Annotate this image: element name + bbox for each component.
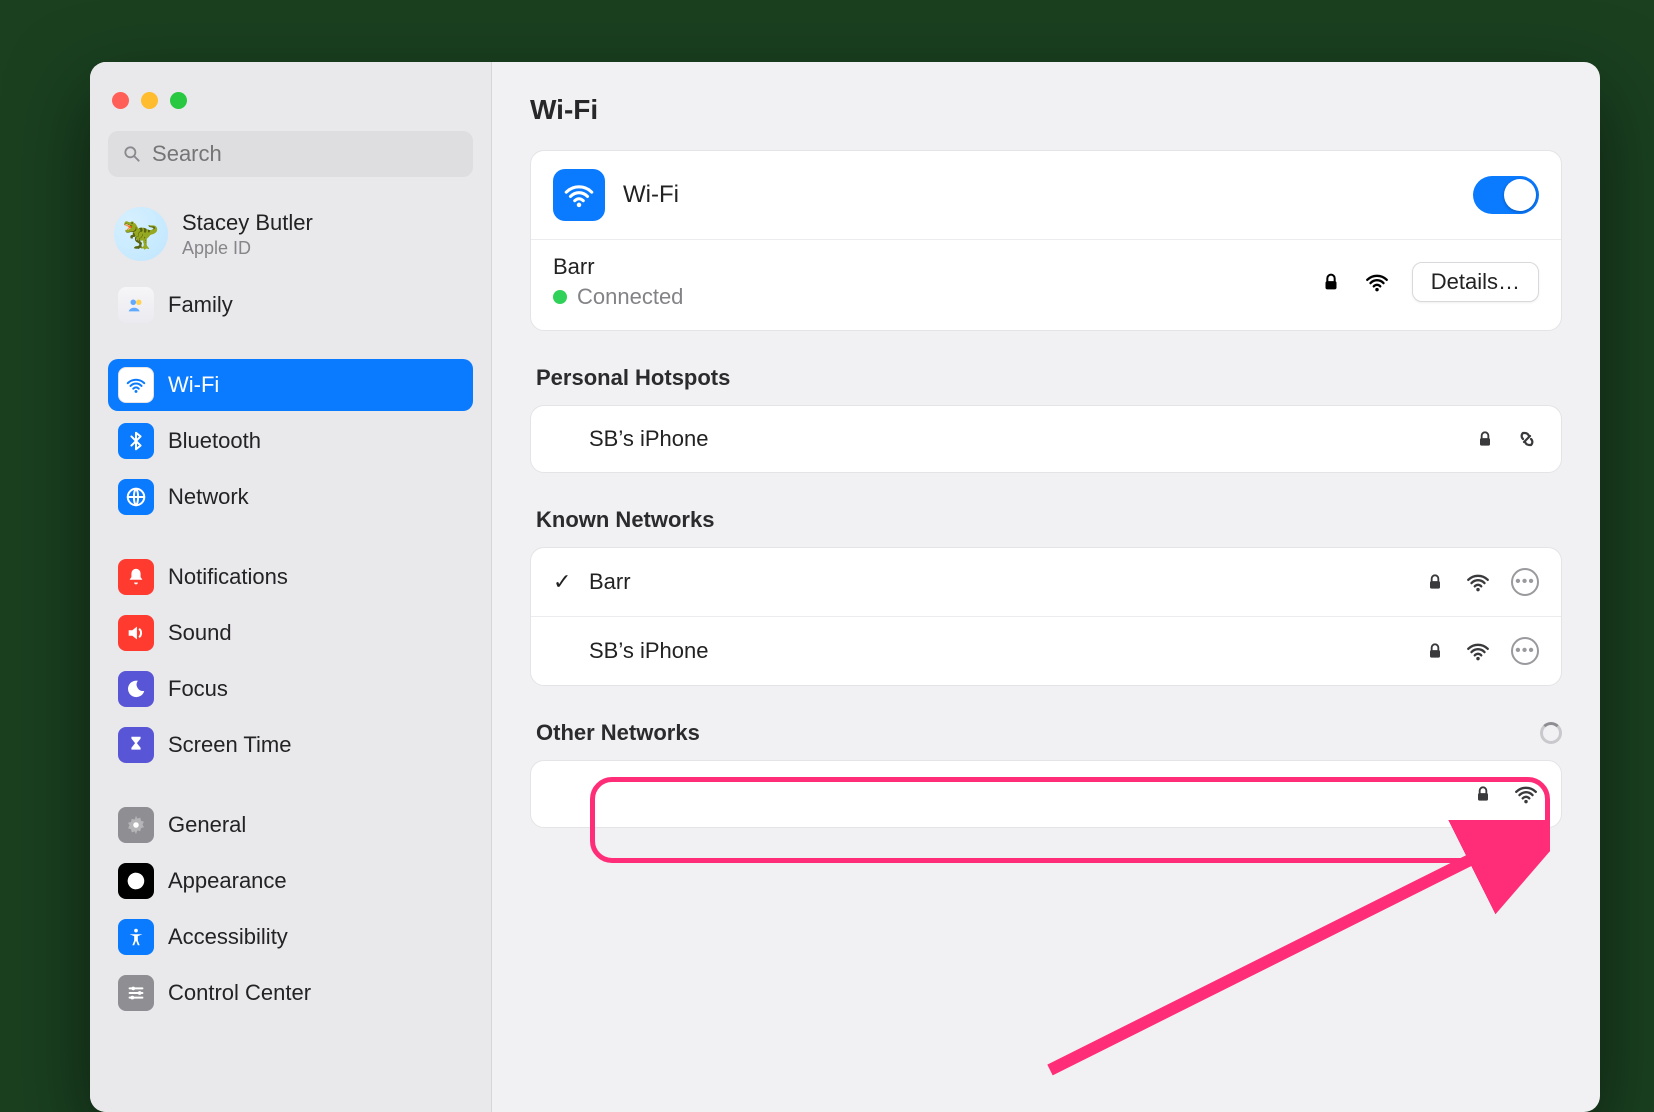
settings-window: 🦖 Stacey Butler Apple ID Family Wi-Fi Bl… xyxy=(90,62,1600,1112)
network-row[interactable] xyxy=(531,761,1561,827)
wifi-signal-icon xyxy=(1364,269,1390,295)
account-name: Stacey Butler xyxy=(182,210,313,236)
status-dot-icon xyxy=(553,290,567,304)
lock-icon xyxy=(1475,429,1495,449)
lock-icon xyxy=(1473,784,1493,804)
moon-icon xyxy=(118,671,154,707)
sidebar-item-label: Control Center xyxy=(168,980,311,1006)
sidebar-item-label: Bluetooth xyxy=(168,428,261,454)
wifi-toggle-label: Wi-Fi xyxy=(623,181,1473,209)
sidebar: 🦖 Stacey Butler Apple ID Family Wi-Fi Bl… xyxy=(90,62,492,1112)
sidebar-item-screen-time[interactable]: Screen Time xyxy=(108,719,473,771)
network-row[interactable]: SB’s iPhone xyxy=(531,406,1561,472)
wifi-status-panel: Wi-Fi Barr Connected Details… xyxy=(530,150,1562,331)
content-pane: Wi-Fi Wi-Fi Barr Connected Deta xyxy=(492,62,1600,1112)
known-networks-list: ✓ Barr ••• SB’s iPhone ••• xyxy=(530,547,1562,686)
search-input[interactable] xyxy=(152,141,459,167)
avatar: 🦖 xyxy=(114,207,168,261)
sidebar-item-notifications[interactable]: Notifications xyxy=(108,551,473,603)
sidebar-item-family[interactable]: Family xyxy=(108,279,473,331)
sidebar-item-general[interactable]: General xyxy=(108,799,473,851)
search-icon xyxy=(122,143,142,165)
sidebar-item-control-center[interactable]: Control Center xyxy=(108,967,473,1019)
wifi-icon xyxy=(553,169,605,221)
network-row[interactable]: ✓ Barr ••• xyxy=(531,548,1561,616)
sidebar-item-wifi[interactable]: Wi-Fi xyxy=(108,359,473,411)
gear-icon xyxy=(118,807,154,843)
sidebar-item-network[interactable]: Network xyxy=(108,471,473,523)
sidebar-item-accessibility[interactable]: Accessibility xyxy=(108,911,473,963)
sidebar-item-appearance[interactable]: Appearance xyxy=(108,855,473,907)
connected-status: Connected xyxy=(577,284,683,310)
wifi-toggle[interactable] xyxy=(1473,176,1539,214)
close-window-button[interactable] xyxy=(112,92,129,109)
section-title-other: Other Networks xyxy=(536,720,700,746)
sidebar-item-label: Network xyxy=(168,484,249,510)
wifi-signal-icon xyxy=(1465,569,1491,595)
sidebar-item-label: Accessibility xyxy=(168,924,288,950)
more-options-button[interactable]: ••• xyxy=(1511,568,1539,596)
lock-icon xyxy=(1425,572,1445,592)
other-networks-list xyxy=(530,760,1562,828)
accessibility-icon xyxy=(118,919,154,955)
wifi-icon xyxy=(118,367,154,403)
details-button[interactable]: Details… xyxy=(1412,262,1539,302)
sidebar-item-focus[interactable]: Focus xyxy=(108,663,473,715)
window-controls xyxy=(108,88,473,127)
search-field[interactable] xyxy=(108,131,473,177)
network-name: Barr xyxy=(589,569,631,595)
sidebar-item-label: Appearance xyxy=(168,868,287,894)
sidebar-item-label: Wi-Fi xyxy=(168,372,219,398)
sliders-icon xyxy=(118,975,154,1011)
more-options-button[interactable]: ••• xyxy=(1511,637,1539,665)
wifi-signal-icon xyxy=(1513,781,1539,807)
lock-icon xyxy=(1425,641,1445,661)
network-row[interactable]: SB’s iPhone ••• xyxy=(531,616,1561,685)
connected-ssid: Barr xyxy=(553,254,683,280)
lock-icon xyxy=(1320,271,1342,293)
sound-icon xyxy=(118,615,154,651)
link-icon xyxy=(1515,427,1539,451)
sidebar-item-label: Family xyxy=(168,292,233,318)
sidebar-item-label: Screen Time xyxy=(168,732,292,758)
hotspots-list: SB’s iPhone xyxy=(530,405,1562,473)
hourglass-icon xyxy=(118,727,154,763)
loading-spinner-icon xyxy=(1540,722,1562,744)
zoom-window-button[interactable] xyxy=(170,92,187,109)
section-title-hotspots: Personal Hotspots xyxy=(536,365,1562,391)
sidebar-item-label: General xyxy=(168,812,246,838)
sidebar-item-sound[interactable]: Sound xyxy=(108,607,473,659)
bluetooth-icon xyxy=(118,423,154,459)
section-title-known: Known Networks xyxy=(536,507,1562,533)
page-title: Wi-Fi xyxy=(530,94,1562,126)
bell-icon xyxy=(118,559,154,595)
appearance-icon xyxy=(118,863,154,899)
wifi-signal-icon xyxy=(1465,638,1491,664)
sidebar-item-label: Notifications xyxy=(168,564,288,590)
checkmark-icon: ✓ xyxy=(553,569,575,595)
sidebar-item-label: Sound xyxy=(168,620,232,646)
network-name: SB’s iPhone xyxy=(589,426,708,452)
sidebar-item-bluetooth[interactable]: Bluetooth xyxy=(108,415,473,467)
account-subtitle: Apple ID xyxy=(182,238,313,259)
network-icon xyxy=(118,479,154,515)
sidebar-item-apple-id[interactable]: 🦖 Stacey Butler Apple ID xyxy=(108,201,473,275)
minimize-window-button[interactable] xyxy=(141,92,158,109)
family-icon xyxy=(118,287,154,323)
sidebar-item-label: Focus xyxy=(168,676,228,702)
network-name: SB’s iPhone xyxy=(589,638,708,664)
